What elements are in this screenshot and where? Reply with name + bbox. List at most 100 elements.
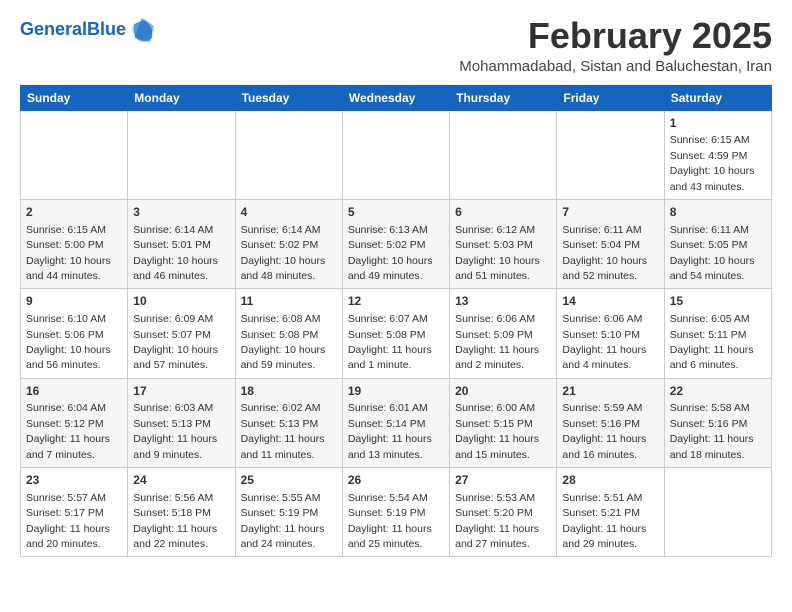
calendar-cell [21,110,128,199]
logo-icon [128,16,156,44]
day-info: Sunrise: 6:11 AM Sunset: 5:05 PM Dayligh… [670,224,755,282]
day-info: Sunrise: 6:14 AM Sunset: 5:01 PM Dayligh… [133,224,218,282]
calendar-cell: 8 Sunrise: 6:11 AM Sunset: 5:05 PM Daylig… [664,199,771,288]
calendar-cell: 19 Sunrise: 6:01 AM Sunset: 5:14 PM Dayli… [342,378,449,467]
calendar-cell: 10 Sunrise: 6:09 AM Sunset: 5:07 PM Dayli… [128,289,235,378]
day-info: Sunrise: 6:05 AM Sunset: 5:11 PM Dayligh… [670,313,754,371]
calendar-header-friday: Friday [557,85,664,110]
day-info: Sunrise: 6:09 AM Sunset: 5:07 PM Dayligh… [133,313,218,371]
calendar-cell: 25 Sunrise: 5:55 AM Sunset: 5:19 PM Dayli… [235,468,342,557]
day-number: 9 [26,293,122,310]
day-info: Sunrise: 6:07 AM Sunset: 5:08 PM Dayligh… [348,313,432,371]
day-number: 4 [241,204,337,221]
calendar-cell: 1 Sunrise: 6:15 AM Sunset: 4:59 PM Daylig… [664,110,771,199]
calendar-cell: 27Sunrise: 5:53 AM Sunset: 5:20 PM Dayli… [450,468,557,557]
day-info: Sunrise: 5:57 AM Sunset: 5:17 PM Dayligh… [26,492,110,550]
day-number: 3 [133,204,229,221]
calendar-cell: 13 Sunrise: 6:06 AM Sunset: 5:09 PM Dayli… [450,289,557,378]
calendar-cell: 14Sunrise: 6:06 AM Sunset: 5:10 PM Dayli… [557,289,664,378]
day-info: Sunrise: 6:15 AM Sunset: 4:59 PM Dayligh… [670,134,755,192]
day-info: Sunrise: 6:08 AM Sunset: 5:08 PM Dayligh… [241,313,326,371]
calendar-header-monday: Monday [128,85,235,110]
day-number: 16 [26,383,122,400]
day-info: Sunrise: 6:10 AM Sunset: 5:06 PM Dayligh… [26,313,111,371]
day-number: 20 [455,383,551,400]
calendar-cell [128,110,235,199]
day-number: 12 [348,293,444,310]
logo-text: GeneralBlue [20,20,126,40]
calendar-table: SundayMondayTuesdayWednesdayThursdayFrid… [20,85,772,558]
day-info: Sunrise: 6:14 AM Sunset: 5:02 PM Dayligh… [241,224,326,282]
calendar-cell: 23 Sunrise: 5:57 AM Sunset: 5:17 PM Dayli… [21,468,128,557]
day-info: Sunrise: 6:13 AM Sunset: 5:02 PM Dayligh… [348,224,433,282]
day-number: 13 [455,293,551,310]
day-number: 11 [241,293,337,310]
page: GeneralBlue February 2025 Mohammadabad, … [0,0,792,567]
calendar-header-row: SundayMondayTuesdayWednesdayThursdayFrid… [21,85,772,110]
day-info: Sunrise: 6:01 AM Sunset: 5:14 PM Dayligh… [348,402,432,460]
day-number: 28 [562,472,658,489]
calendar-cell [235,110,342,199]
day-number: 23 [26,472,122,489]
calendar-week-row: 9 Sunrise: 6:10 AM Sunset: 5:06 PM Daylig… [21,289,772,378]
day-info: Sunrise: 5:59 AM Sunset: 5:16 PM Dayligh… [562,402,646,460]
day-number: 15 [670,293,766,310]
day-number: 2 [26,204,122,221]
calendar-cell [664,468,771,557]
calendar-header-wednesday: Wednesday [342,85,449,110]
day-number: 22 [670,383,766,400]
calendar-cell: 26 Sunrise: 5:54 AM Sunset: 5:19 PM Dayli… [342,468,449,557]
day-number: 8 [670,204,766,221]
calendar-week-row: 23 Sunrise: 5:57 AM Sunset: 5:17 PM Dayli… [21,468,772,557]
day-number: 21 [562,383,658,400]
title-block: February 2025 Mohammadabad, Sistan and B… [459,16,772,75]
calendar-week-row: 16 Sunrise: 6:04 AM Sunset: 5:12 PM Dayli… [21,378,772,467]
calendar-week-row: 2 Sunrise: 6:15 AM Sunset: 5:00 PM Daylig… [21,199,772,288]
calendar-cell: 16 Sunrise: 6:04 AM Sunset: 5:12 PM Dayli… [21,378,128,467]
day-info: Sunrise: 6:11 AM Sunset: 5:04 PM Dayligh… [562,224,647,282]
calendar-cell: 15 Sunrise: 6:05 AM Sunset: 5:11 PM Dayli… [664,289,771,378]
calendar-week-row: 1 Sunrise: 6:15 AM Sunset: 4:59 PM Daylig… [21,110,772,199]
subtitle: Mohammadabad, Sistan and Baluchestan, Ir… [459,58,772,75]
day-number: 7 [562,204,658,221]
day-number: 26 [348,472,444,489]
calendar-cell: 3 Sunrise: 6:14 AM Sunset: 5:01 PM Daylig… [128,199,235,288]
calendar-cell [557,110,664,199]
logo: GeneralBlue [20,16,156,44]
calendar-cell: 11 Sunrise: 6:08 AM Sunset: 5:08 PM Dayli… [235,289,342,378]
day-number: 19 [348,383,444,400]
calendar-cell: 21 Sunrise: 5:59 AM Sunset: 5:16 PM Dayli… [557,378,664,467]
day-info: Sunrise: 5:56 AM Sunset: 5:18 PM Dayligh… [133,492,217,550]
calendar-cell: 18 Sunrise: 6:02 AM Sunset: 5:13 PM Dayli… [235,378,342,467]
calendar-cell [342,110,449,199]
calendar-cell: 17Sunrise: 6:03 AM Sunset: 5:13 PM Dayli… [128,378,235,467]
header: GeneralBlue February 2025 Mohammadabad, … [20,16,772,75]
day-info: Sunrise: 6:15 AM Sunset: 5:00 PM Dayligh… [26,224,111,282]
main-title: February 2025 [459,16,772,56]
day-info: Sunrise: 6:12 AM Sunset: 5:03 PM Dayligh… [455,224,540,282]
day-info: Sunrise: 6:02 AM Sunset: 5:13 PM Dayligh… [241,402,325,460]
day-number: 25 [241,472,337,489]
calendar-cell: 7 Sunrise: 6:11 AM Sunset: 5:04 PM Daylig… [557,199,664,288]
calendar-cell: 20 Sunrise: 6:00 AM Sunset: 5:15 PM Dayli… [450,378,557,467]
day-number: 10 [133,293,229,310]
day-info: Sunrise: 6:04 AM Sunset: 5:12 PM Dayligh… [26,402,110,460]
day-info: Sunrise: 6:00 AM Sunset: 5:15 PM Dayligh… [455,402,539,460]
day-info: Sunrise: 5:54 AM Sunset: 5:19 PM Dayligh… [348,492,432,550]
calendar-header-tuesday: Tuesday [235,85,342,110]
day-info: Sunrise: 6:06 AM Sunset: 5:10 PM Dayligh… [562,313,646,371]
calendar-cell: 4 Sunrise: 6:14 AM Sunset: 5:02 PM Daylig… [235,199,342,288]
day-number: 1 [670,115,766,132]
day-number: 24 [133,472,229,489]
day-number: 18 [241,383,337,400]
calendar-cell: 22 Sunrise: 5:58 AM Sunset: 5:16 PM Dayli… [664,378,771,467]
day-info: Sunrise: 5:55 AM Sunset: 5:19 PM Dayligh… [241,492,325,550]
calendar-header-sunday: Sunday [21,85,128,110]
day-info: Sunrise: 6:03 AM Sunset: 5:13 PM Dayligh… [133,402,217,460]
day-info: Sunrise: 6:06 AM Sunset: 5:09 PM Dayligh… [455,313,539,371]
calendar-cell [450,110,557,199]
day-info: Sunrise: 5:58 AM Sunset: 5:16 PM Dayligh… [670,402,754,460]
calendar-header-thursday: Thursday [450,85,557,110]
day-info: Sunrise: 5:51 AM Sunset: 5:21 PM Dayligh… [562,492,646,550]
day-info: Sunrise: 5:53 AM Sunset: 5:20 PM Dayligh… [455,492,539,550]
